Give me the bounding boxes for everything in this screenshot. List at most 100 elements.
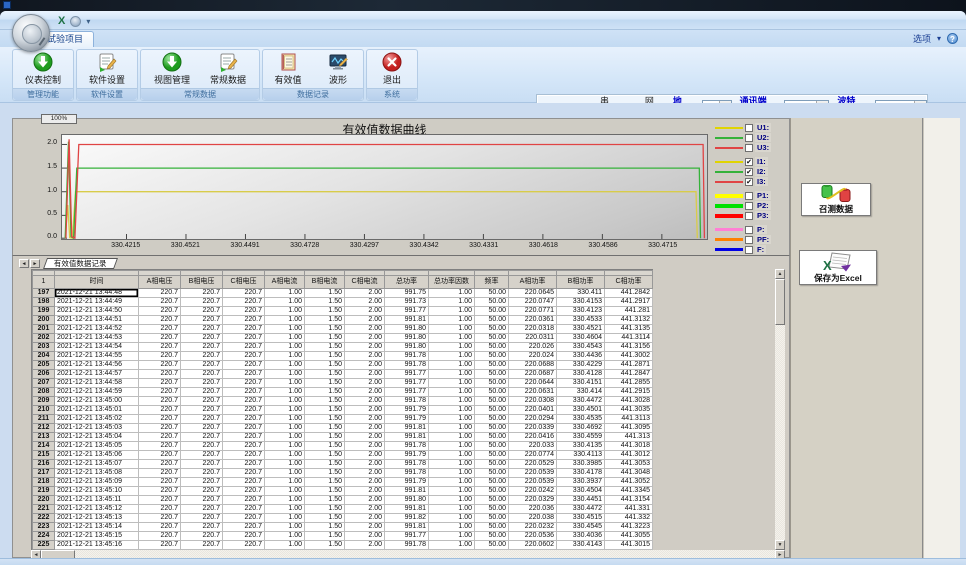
data-cell[interactable]: 2.00 (345, 316, 385, 325)
data-cell[interactable]: 220.7 (223, 415, 265, 424)
data-cell[interactable]: 1.00 (265, 487, 305, 496)
data-cell[interactable]: 441.313 (605, 433, 653, 442)
row-number-cell[interactable]: 217 (33, 469, 55, 478)
data-cell[interactable]: 50.00 (475, 352, 509, 361)
legend-checkbox[interactable] (745, 246, 753, 254)
data-cell[interactable]: 991.80 (385, 325, 429, 334)
data-cell[interactable]: 220.7 (181, 424, 223, 433)
data-cell[interactable]: 2.00 (345, 379, 385, 388)
data-cell[interactable]: 220.0401 (509, 406, 557, 415)
data-cell[interactable]: 50.00 (475, 307, 509, 316)
data-cell[interactable]: 991.79 (385, 406, 429, 415)
legend-checkbox[interactable] (745, 124, 753, 132)
data-cell[interactable]: 441.3345 (605, 487, 653, 496)
data-cell[interactable]: 1.50 (305, 307, 345, 316)
data-cell[interactable]: 220.0539 (509, 469, 557, 478)
row-number-cell[interactable]: 214 (33, 442, 55, 451)
data-cell[interactable]: 220.7 (223, 370, 265, 379)
data-cell[interactable]: 2.00 (345, 451, 385, 460)
vertical-scroll-thumb[interactable] (775, 279, 785, 325)
data-cell[interactable]: 1.50 (305, 289, 345, 298)
data-cell[interactable]: 220.7 (181, 487, 223, 496)
data-cell[interactable]: 991.78 (385, 460, 429, 469)
data-cell[interactable]: 2021-12-21 13:44:53 (55, 334, 139, 343)
data-cell[interactable]: 220.0644 (509, 379, 557, 388)
data-cell[interactable]: 2021-12-21 13:44:49 (55, 298, 139, 307)
data-cell[interactable]: 1.00 (265, 334, 305, 343)
data-cell[interactable]: 50.00 (475, 397, 509, 406)
data-cell[interactable]: 1.00 (265, 514, 305, 523)
data-cell[interactable]: 330.4501 (557, 406, 605, 415)
data-cell[interactable]: 1.50 (305, 424, 345, 433)
data-cell[interactable]: 2021-12-21 13:45:05 (55, 442, 139, 451)
data-cell[interactable]: 1.00 (429, 514, 475, 523)
data-cell[interactable]: 220.7 (223, 289, 265, 298)
data-cell[interactable]: 220.7 (223, 442, 265, 451)
data-cell[interactable]: 2.00 (345, 388, 385, 397)
data-cell[interactable]: 991.82 (385, 514, 429, 523)
data-cell[interactable]: 330.4135 (557, 442, 605, 451)
data-cell[interactable]: 991.78 (385, 361, 429, 370)
data-cell[interactable]: 991.79 (385, 451, 429, 460)
data-cell[interactable]: 1.00 (429, 541, 475, 550)
data-cell[interactable]: 1.50 (305, 514, 345, 523)
help-icon[interactable]: ? (947, 33, 958, 44)
data-cell[interactable]: 220.7 (139, 424, 181, 433)
data-cell[interactable]: 220.7 (181, 478, 223, 487)
data-cell[interactable]: 220.0308 (509, 397, 557, 406)
data-cell[interactable]: 1.00 (265, 532, 305, 541)
sheet-tab-rms-records[interactable]: 有效值数据记录 (43, 258, 118, 269)
data-cell[interactable]: 441.3132 (605, 316, 653, 325)
data-cell[interactable]: 220.7 (139, 397, 181, 406)
data-cell[interactable]: 220.7 (223, 325, 265, 334)
data-cell[interactable]: 1.00 (265, 496, 305, 505)
data-cell[interactable]: 50.00 (475, 343, 509, 352)
save-to-excel-button[interactable]: X 保存为Excel (799, 250, 877, 285)
data-cell[interactable]: 220.7 (223, 343, 265, 352)
data-cell[interactable]: 330.4521 (557, 325, 605, 334)
data-cell[interactable]: 2021-12-21 13:45:04 (55, 433, 139, 442)
data-cell[interactable]: 1.50 (305, 487, 345, 496)
data-cell[interactable]: 220.0361 (509, 316, 557, 325)
data-cell[interactable]: 220.7 (223, 478, 265, 487)
row-number-cell[interactable]: 209 (33, 397, 55, 406)
data-cell[interactable]: 220.7 (181, 406, 223, 415)
data-cell[interactable]: 441.2915 (605, 388, 653, 397)
data-cell[interactable]: 220.7 (223, 316, 265, 325)
data-cell[interactable]: 220.7 (181, 298, 223, 307)
data-cell[interactable]: 2021-12-21 13:44:52 (55, 325, 139, 334)
data-cell[interactable]: 220.7 (139, 451, 181, 460)
legend-checkbox[interactable] (745, 236, 753, 244)
data-cell[interactable]: 1.00 (265, 388, 305, 397)
data-cell[interactable]: 2.00 (345, 325, 385, 334)
desktop-icon[interactable] (3, 1, 11, 9)
scroll-down-icon[interactable]: ▼ (775, 540, 785, 550)
data-cell[interactable]: 991.75 (385, 289, 429, 298)
data-cell[interactable]: 50.00 (475, 505, 509, 514)
data-cell[interactable]: 330.411 (557, 289, 605, 298)
data-cell[interactable]: 330.4545 (557, 523, 605, 532)
row-number-cell[interactable]: 208 (33, 388, 55, 397)
scroll-up-icon[interactable]: ▲ (775, 269, 785, 279)
data-cell[interactable]: 330.4533 (557, 316, 605, 325)
data-cell[interactable]: 50.00 (475, 361, 509, 370)
data-cell[interactable]: 441.3113 (605, 415, 653, 424)
data-cell[interactable]: 2021-12-21 13:45:07 (55, 460, 139, 469)
data-cell[interactable]: 441.3114 (605, 334, 653, 343)
data-cell[interactable]: 220.0416 (509, 433, 557, 442)
data-cell[interactable]: 2.00 (345, 334, 385, 343)
row-number-cell[interactable]: 212 (33, 424, 55, 433)
data-cell[interactable]: 50.00 (475, 487, 509, 496)
data-cell[interactable]: 441.3012 (605, 451, 653, 460)
data-cell[interactable]: 330.4535 (557, 415, 605, 424)
data-cell[interactable]: 220.7 (139, 325, 181, 334)
data-cell[interactable]: 1.50 (305, 397, 345, 406)
legend-checkbox[interactable] (745, 212, 753, 220)
data-cell[interactable]: 2.00 (345, 541, 385, 550)
data-cell[interactable]: 220.7 (223, 379, 265, 388)
data-cell[interactable]: 1.50 (305, 451, 345, 460)
data-cell[interactable]: 220.7 (181, 370, 223, 379)
legend-checkbox[interactable]: ✔ (745, 178, 753, 186)
view-management-button[interactable]: 视图管理 (144, 50, 200, 88)
data-cell[interactable]: 1.50 (305, 361, 345, 370)
